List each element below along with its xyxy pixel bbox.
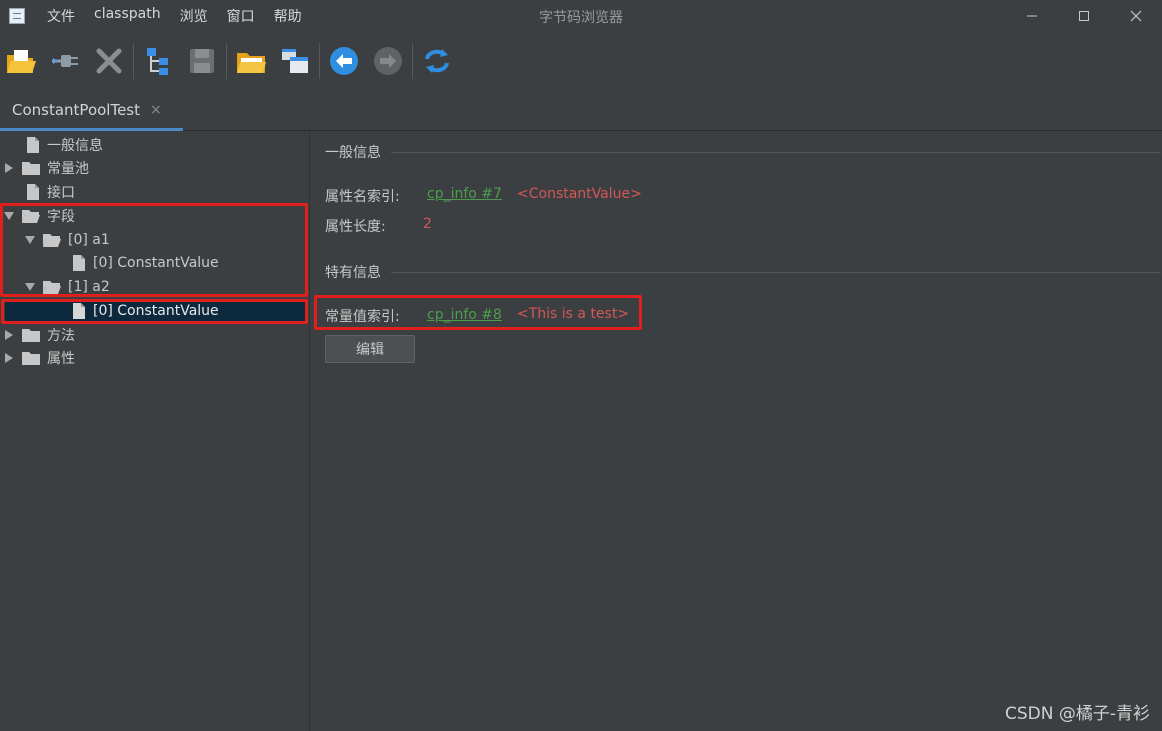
toolbar-separator: [226, 43, 227, 79]
tab-constantpooltest[interactable]: ConstantPoolTest ×: [0, 92, 183, 131]
tree-label: [0] ConstantValue: [93, 303, 219, 319]
collapse-arrow-icon[interactable]: [4, 211, 14, 221]
section-general: 一般信息: [325, 142, 1161, 162]
tree-item-a1-constantvalue[interactable]: [0] ConstantValue: [72, 252, 219, 274]
window-button[interactable]: [279, 45, 311, 77]
maximize-icon: [1079, 11, 1089, 21]
open-folder-icon: [43, 234, 61, 247]
tree-label: [0] ConstantValue: [93, 255, 219, 271]
const-index-link[interactable]: cp_info #8: [427, 307, 502, 323]
expand-arrow-icon[interactable]: [4, 163, 14, 173]
file-icon: [27, 184, 39, 200]
save-button[interactable]: [186, 45, 218, 77]
minimize-button[interactable]: [1006, 0, 1058, 32]
detail-panel: 一般信息 属性名索引: cp_info #7 <ConstantValue> 属…: [311, 132, 1162, 731]
tree-label: [1] a2: [68, 279, 110, 295]
menu-bar: 文件 classpath 浏览 窗口 帮助: [47, 6, 321, 26]
collapse-arrow-icon[interactable]: [25, 235, 35, 245]
folder-icon: [22, 352, 40, 365]
app-icon: [9, 8, 25, 24]
tree-item-attributes[interactable]: 属性: [4, 347, 75, 369]
tree-item-field-a2[interactable]: [1] a2: [25, 276, 110, 298]
open-file-button[interactable]: [5, 45, 37, 77]
back-icon: [330, 47, 358, 75]
minimize-icon: [1027, 15, 1037, 17]
tree-label: 常量池: [47, 161, 89, 177]
length-value: 2: [423, 216, 432, 232]
menu-classpath[interactable]: classpath: [94, 6, 161, 26]
tree-item-constant-pool[interactable]: 常量池: [4, 157, 89, 179]
title-bar: 文件 classpath 浏览 窗口 帮助: [0, 0, 1162, 32]
connect-button[interactable]: [49, 45, 81, 77]
section-specific: 特有信息: [325, 262, 1161, 282]
back-button[interactable]: [328, 45, 360, 77]
folder-icon: [22, 329, 40, 342]
open-folder-icon: [22, 210, 40, 223]
toolbar-separator: [412, 43, 413, 79]
open-folder-icon: [237, 53, 266, 73]
tree-label: 方法: [47, 328, 75, 344]
tree-label: 一般信息: [47, 138, 103, 154]
name-index-label: 属性名索引:: [325, 189, 400, 205]
section-divider: [391, 151, 1161, 153]
watermark-text: CSDN @橘子-青衫: [1004, 704, 1150, 724]
collapse-arrow-icon[interactable]: [25, 282, 35, 292]
tree-label: 字段: [47, 209, 75, 225]
tree-view-button[interactable]: [142, 45, 174, 77]
menu-window[interactable]: 窗口: [227, 6, 255, 26]
open-folder-button[interactable]: [235, 45, 267, 77]
length-label: 属性长度:: [325, 219, 386, 235]
save-icon: [190, 49, 214, 73]
name-index-link[interactable]: cp_info #7: [427, 186, 502, 202]
file-icon: [73, 255, 85, 271]
tree-label: 接口: [47, 185, 75, 201]
file-icon: [73, 303, 85, 319]
section-divider: [391, 271, 1161, 273]
menu-file[interactable]: 文件: [47, 6, 75, 26]
expand-arrow-icon[interactable]: [4, 353, 14, 363]
tree-item-a2-constantvalue[interactable]: [0] ConstantValue: [5, 300, 305, 322]
tree-icon: [147, 48, 168, 75]
tree-label: 属性: [47, 351, 75, 367]
const-index-value: <This is a test>: [517, 306, 630, 322]
tab-bar: ConstantPoolTest ×: [0, 92, 1162, 131]
menu-help[interactable]: 帮助: [274, 6, 302, 26]
toolbar: [0, 36, 1162, 86]
tab-label: ConstantPoolTest: [12, 101, 141, 119]
window-controls: [1006, 0, 1162, 32]
close-window-button[interactable]: [1110, 0, 1162, 32]
close-x-icon: [96, 48, 122, 74]
forward-button[interactable]: [372, 45, 404, 77]
refresh-button[interactable]: [421, 45, 453, 77]
close-file-button[interactable]: [93, 45, 125, 77]
section-general-title: 一般信息: [325, 145, 381, 161]
expand-arrow-icon[interactable]: [4, 330, 14, 340]
const-index-label: 常量值索引:: [325, 309, 400, 325]
tree-item-field-a1[interactable]: [0] a1: [25, 229, 110, 251]
section-specific-title: 特有信息: [325, 265, 381, 281]
toolbar-separator: [133, 43, 134, 79]
class-tree: 一般信息 常量池 接口 字段 [0] a1 [0] ConstantValue …: [0, 132, 310, 731]
menu-browse[interactable]: 浏览: [180, 6, 208, 26]
edit-button[interactable]: 编辑: [325, 335, 415, 363]
toolbar-separator: [319, 43, 320, 79]
tree-label: [0] a1: [68, 232, 110, 248]
open-file-icon: [7, 50, 36, 73]
tree-item-methods[interactable]: 方法: [4, 324, 75, 346]
file-icon: [27, 137, 39, 153]
tree-item-interfaces[interactable]: 接口: [26, 181, 75, 203]
window-icon: [282, 49, 308, 73]
name-index-value: <ConstantValue>: [517, 186, 642, 202]
plug-icon: [52, 55, 78, 67]
refresh-icon: [425, 49, 449, 73]
tab-close-icon[interactable]: ×: [150, 102, 162, 118]
folder-icon: [22, 162, 40, 175]
open-folder-icon: [43, 281, 61, 294]
tree-item-fields[interactable]: 字段: [4, 205, 75, 227]
close-icon: [1130, 10, 1142, 22]
tree-item-general[interactable]: 一般信息: [26, 134, 103, 156]
forward-icon: [374, 47, 402, 75]
maximize-button[interactable]: [1058, 0, 1110, 32]
